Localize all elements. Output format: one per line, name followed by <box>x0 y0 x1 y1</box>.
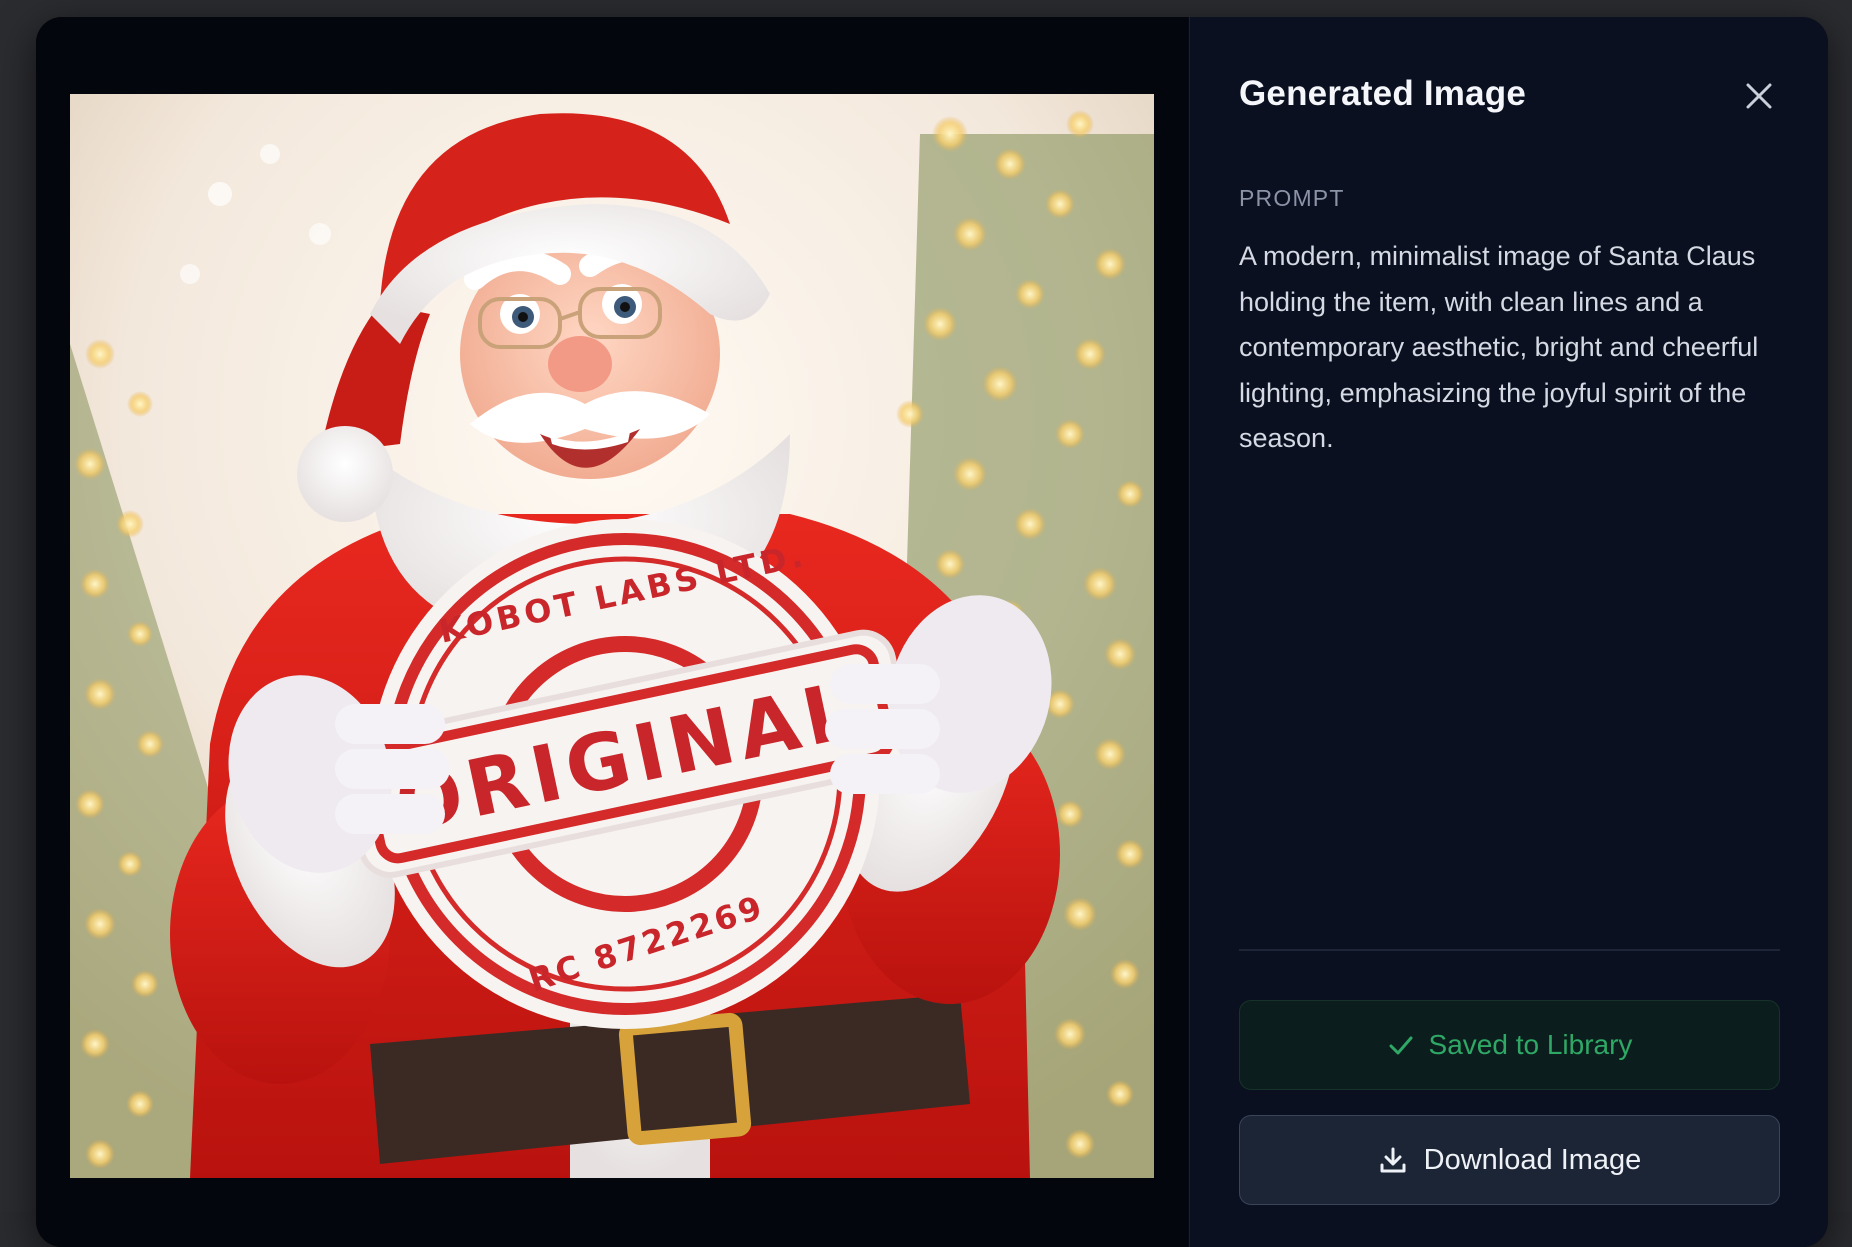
prompt-label: PROMPT <box>1239 185 1345 211</box>
download-image-button[interactable]: Download Image <box>1239 1115 1780 1205</box>
image-modal: ORIGINAL KOBOT LABS LTD. RC 8722269 Gene… <box>36 17 1828 1247</box>
image-preview-pane: ORIGINAL KOBOT LABS LTD. RC 8722269 <box>36 17 1188 1247</box>
details-panel: Generated Image PROMPT A modern, minimal… <box>1189 17 1828 1247</box>
generated-image: ORIGINAL KOBOT LABS LTD. RC 8722269 <box>70 94 1154 1178</box>
divider <box>1239 949 1780 951</box>
saved-label: Saved to Library <box>1428 1029 1633 1060</box>
download-icon <box>1380 1147 1406 1173</box>
saved-to-library-button[interactable]: Saved to Library <box>1239 1000 1780 1090</box>
check-icon <box>1389 1036 1413 1055</box>
prompt-text: A modern, minimalist image of Santa Clau… <box>1239 241 1759 453</box>
close-icon <box>1746 83 1772 109</box>
download-label: Download Image <box>1423 1143 1642 1176</box>
panel-title: Generated Image <box>1239 74 1526 113</box>
close-button[interactable] <box>1740 77 1778 115</box>
